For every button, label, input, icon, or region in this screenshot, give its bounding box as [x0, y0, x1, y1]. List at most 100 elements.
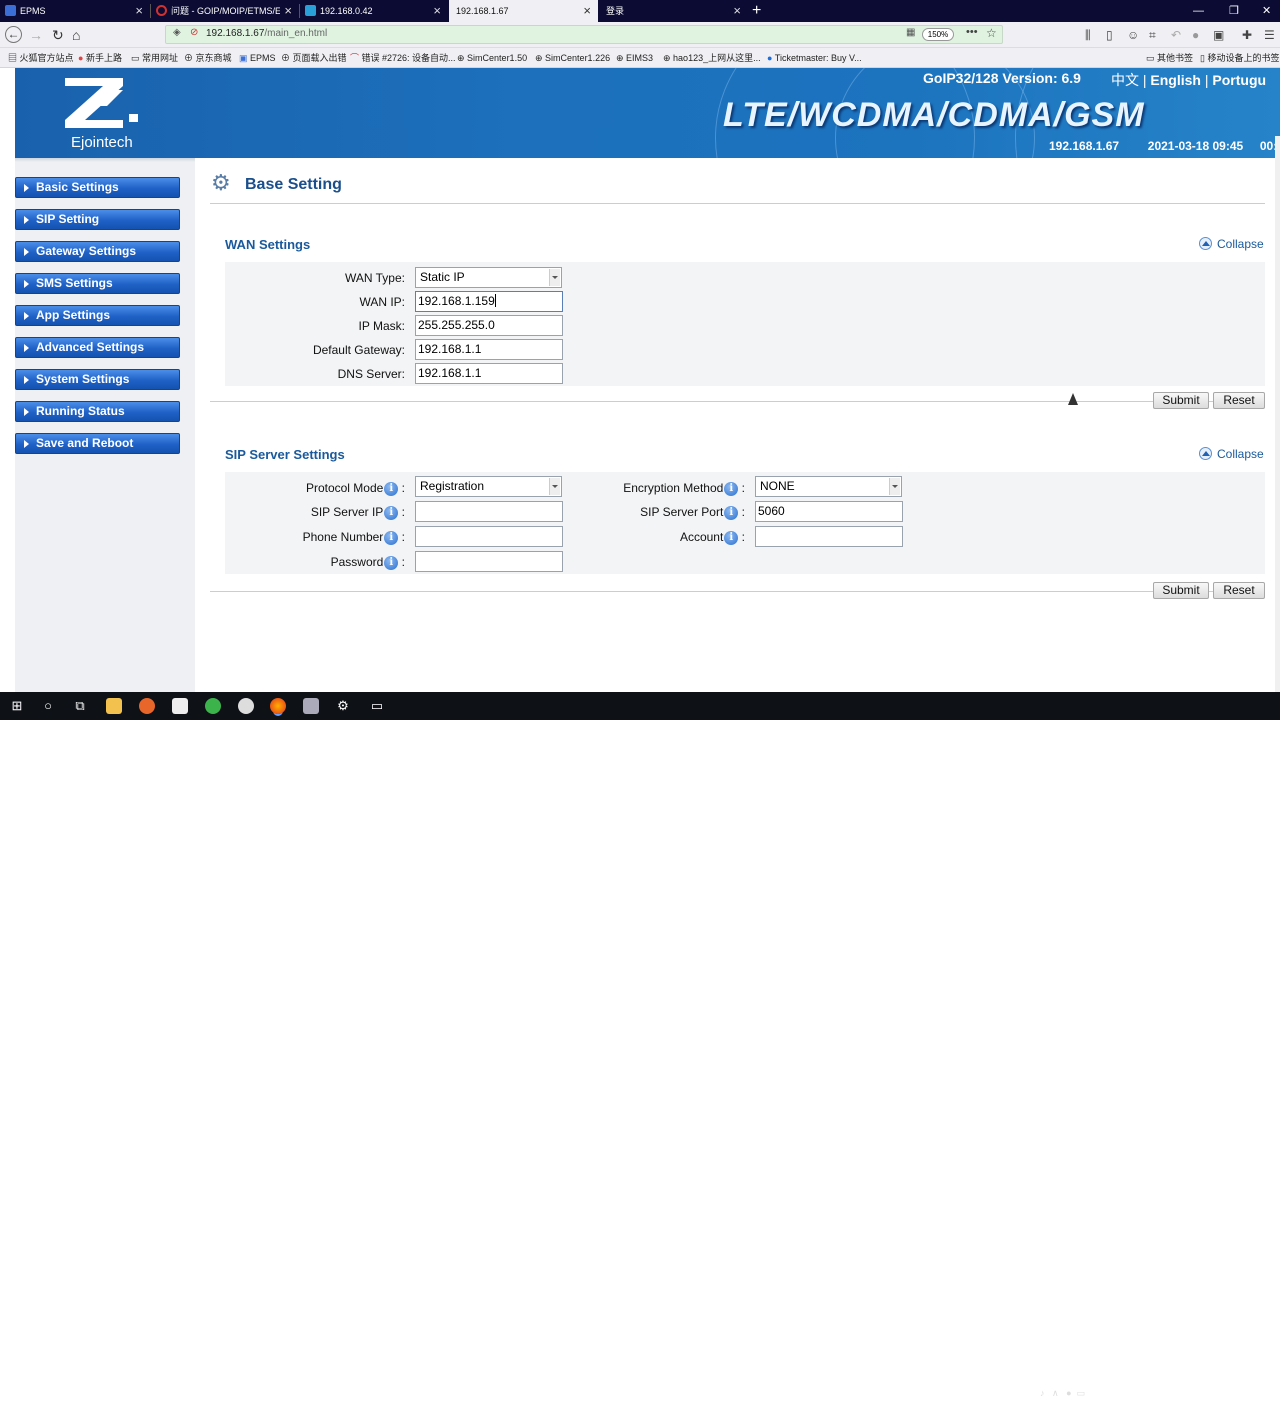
info-icon[interactable]: i: [724, 482, 739, 496]
zoom-indicator[interactable]: 150%: [922, 28, 954, 41]
app-window-icon[interactable]: [303, 698, 319, 714]
ip-mask-input[interactable]: 255.255.255.0: [415, 315, 563, 336]
back-icon[interactable]: ←: [5, 26, 22, 43]
search-icon[interactable]: ○: [34, 692, 62, 720]
task-view-icon[interactable]: ⧉: [66, 692, 94, 720]
screenshot-icon[interactable]: ⌗: [1149, 26, 1156, 44]
bookmark-item[interactable]: ⊕ SimCenter1.50: [457, 52, 527, 64]
forward-icon[interactable]: →: [29, 26, 43, 44]
fullscreen-icon[interactable]: ▣: [1213, 26, 1224, 44]
sidebar-item-save-and-reboot[interactable]: Save and Reboot: [15, 433, 180, 454]
phone-number-input[interactable]: [415, 526, 563, 547]
menu-icon[interactable]: ☰: [1264, 26, 1275, 44]
sip-collapse-link[interactable]: Collapse: [1199, 447, 1264, 461]
extension-icon[interactable]: ●: [1192, 26, 1199, 44]
info-icon[interactable]: i: [724, 531, 739, 545]
tray-icon[interactable]: ●: [1066, 1388, 1071, 1398]
lang-english-link[interactable]: English: [1150, 72, 1201, 88]
tray-icon[interactable]: ∧: [1052, 1388, 1059, 1398]
bookmark-item[interactable]: ⌒ 错误 #2726: 设备自动...: [350, 52, 456, 64]
bookmark-item[interactable]: ▯ 移动设备上的书签: [1200, 52, 1279, 64]
page-scrollbar[interactable]: [1275, 136, 1280, 692]
wan-submit-button[interactable]: Submit: [1153, 392, 1209, 409]
default-gateway-input[interactable]: 192.168.1.1: [415, 339, 563, 360]
wan-type-select[interactable]: Static IP: [415, 267, 562, 288]
tab-login[interactable]: 登录 ×: [599, 0, 748, 22]
info-icon[interactable]: i: [724, 506, 739, 520]
wan-collapse-link[interactable]: Collapse: [1199, 237, 1264, 251]
tab-issue[interactable]: 问题 - GOIP/MOIP/ETMS/ESI ×: [151, 0, 299, 22]
store-icon[interactable]: [172, 698, 188, 714]
library-icon[interactable]: ⫼: [1085, 26, 1091, 44]
lang-portuguese-link[interactable]: Portugu: [1212, 72, 1266, 88]
close-icon[interactable]: ×: [433, 0, 441, 22]
tab-192-168-1-67[interactable]: 192.168.1.67 ×: [449, 0, 598, 22]
bookmark-star-icon[interactable]: ☆: [986, 26, 997, 40]
wan-ip-input[interactable]: 192.168.1.159: [415, 291, 563, 312]
encryption-method-select[interactable]: NONE: [755, 476, 902, 497]
close-icon[interactable]: ×: [583, 0, 591, 22]
tray-icon[interactable]: ♪: [1040, 1388, 1045, 1398]
info-icon[interactable]: i: [384, 482, 399, 496]
sidebar-item-system-settings[interactable]: System Settings: [15, 369, 180, 390]
info-icon[interactable]: i: [384, 531, 399, 545]
app-orange-icon[interactable]: [139, 698, 155, 714]
restore-icon[interactable]: ❐: [1229, 0, 1239, 22]
bookmark-item[interactable]: ▭ 其他书签: [1146, 52, 1193, 64]
settings-gear-icon[interactable]: ⚙: [332, 692, 354, 720]
bookmark-item[interactable]: ▣ EPMS: [239, 52, 276, 64]
wan-reset-button[interactable]: Reset: [1213, 392, 1265, 409]
page-actions-icon[interactable]: •••: [966, 26, 978, 38]
sidebar-item-sip-setting[interactable]: SIP Setting: [15, 209, 180, 230]
sip-submit-button[interactable]: Submit: [1153, 582, 1209, 599]
home-icon[interactable]: ⌂: [72, 26, 80, 44]
app-green-icon[interactable]: [205, 698, 221, 714]
password-input[interactable]: [415, 551, 563, 572]
window-close-icon[interactable]: ✕: [1262, 0, 1271, 22]
new-tab-icon[interactable]: +: [752, 0, 761, 21]
bookmark-item[interactable]: ● 新手上路: [78, 52, 122, 64]
sip-reset-button[interactable]: Reset: [1213, 582, 1265, 599]
sip-server-port-input[interactable]: 5060: [755, 501, 903, 522]
file-explorer-icon[interactable]: [106, 698, 122, 714]
protocol-mode-select[interactable]: Registration: [415, 476, 562, 497]
bookmark-item[interactable]: ▭ 常用网址: [131, 52, 178, 64]
tray-icon[interactable]: ▭: [1077, 1388, 1086, 1398]
bookmark-item[interactable]: ⊕ hao123_上网从这里...: [663, 52, 761, 64]
lang-chinese-link[interactable]: 中文: [1111, 72, 1139, 88]
tab-192-168-0-42[interactable]: 192.168.0.42 ×: [300, 0, 448, 22]
sidebar-icon[interactable]: ▯: [1106, 26, 1113, 44]
tab-epms[interactable]: EPMS ×: [0, 0, 150, 22]
sidebar-item-basic-settings[interactable]: Basic Settings: [15, 177, 180, 198]
bookmark-item[interactable]: ⊕ 页面载入出错: [281, 52, 347, 64]
windows-start-icon[interactable]: ⊞: [0, 692, 34, 720]
account-input[interactable]: [755, 526, 903, 547]
close-icon[interactable]: ×: [280, 0, 292, 22]
close-icon[interactable]: ×: [733, 0, 741, 22]
firefox-icon[interactable]: [270, 698, 286, 714]
reload-icon[interactable]: ↻: [52, 26, 64, 44]
address-bar[interactable]: ◈ ⊘ 192.168.1.67/main_en.html ▦ 150% •••…: [165, 25, 1003, 44]
app-white-icon[interactable]: [238, 698, 254, 714]
reader-icon[interactable]: ▦: [906, 27, 915, 38]
bookmark-item[interactable]: ⊕ EIMS3: [616, 52, 653, 64]
extensions-puzzle-icon[interactable]: ✚: [1242, 26, 1252, 44]
sidebar-item-app-settings[interactable]: App Settings: [15, 305, 180, 326]
bookmark-item[interactable]: ⊕ SimCenter1.226: [535, 52, 610, 64]
video-camera-icon[interactable]: ▭: [366, 692, 388, 720]
sidebar-item-running-status[interactable]: Running Status: [15, 401, 180, 422]
bookmark-item[interactable]: ● Ticketmaster: Buy V...: [767, 52, 862, 64]
minimize-icon[interactable]: —: [1193, 0, 1204, 22]
sidebar-item-sms-settings[interactable]: SMS Settings: [15, 273, 180, 294]
info-icon[interactable]: i: [384, 506, 399, 520]
sip-server-ip-input[interactable]: [415, 501, 563, 522]
bookmark-item[interactable]: ▤ 火狐官方站点: [8, 52, 74, 64]
sidebar-item-advanced-settings[interactable]: Advanced Settings: [15, 337, 180, 358]
account-icon[interactable]: ☺: [1127, 26, 1139, 44]
dns-server-input[interactable]: 192.168.1.1: [415, 363, 563, 384]
sidebar-item-gateway-settings[interactable]: Gateway Settings: [15, 241, 180, 262]
close-icon[interactable]: ×: [135, 0, 143, 22]
bookmark-item[interactable]: ⊕ 京东商城: [184, 52, 232, 64]
info-icon[interactable]: i: [384, 556, 399, 570]
undo-icon[interactable]: ↶: [1171, 26, 1181, 44]
